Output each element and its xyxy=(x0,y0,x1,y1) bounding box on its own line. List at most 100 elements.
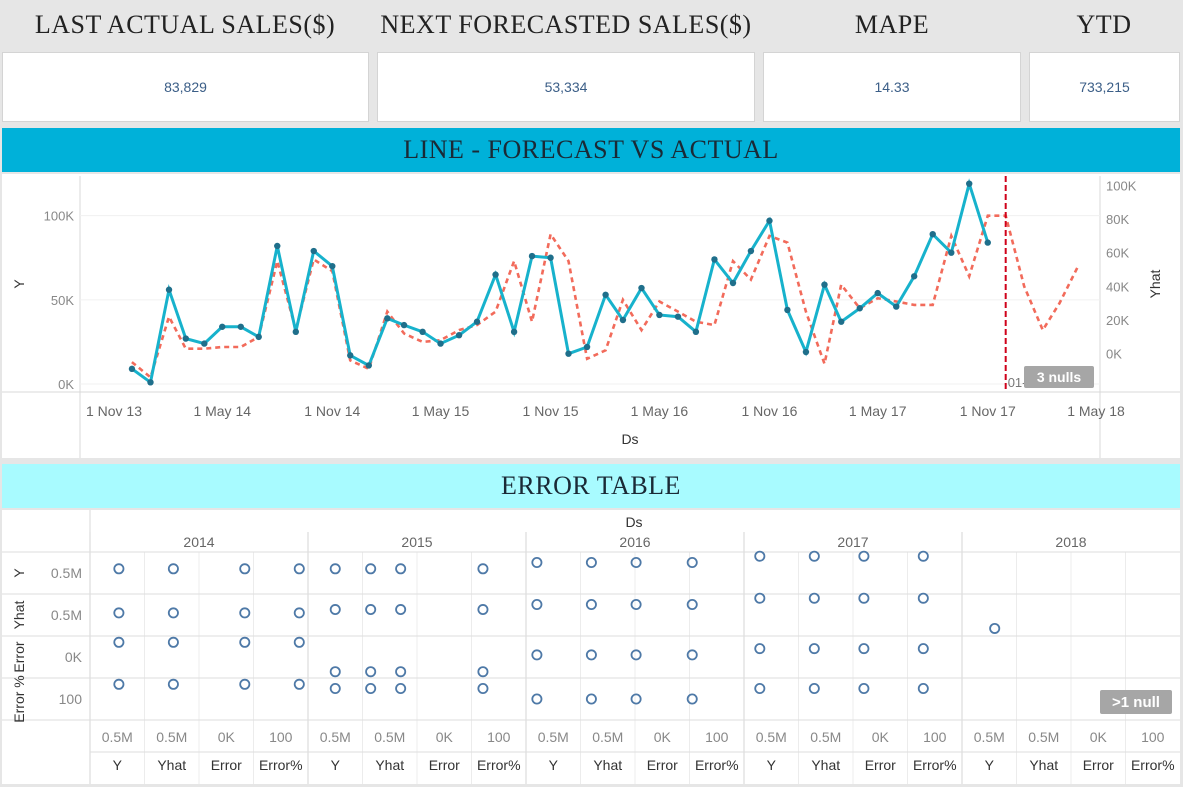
kpi-title-last-actual: LAST ACTUAL SALES($) xyxy=(34,10,336,39)
row-label: Yhat xyxy=(11,600,27,629)
error-point xyxy=(293,563,305,575)
actual-point xyxy=(182,335,189,342)
kpi-value-ytd: 733,215 xyxy=(1029,52,1180,122)
actual-point xyxy=(711,256,718,263)
column-tick-label: 100 xyxy=(923,729,947,745)
line-section-title: LINE - FORECAST VS ACTUAL xyxy=(2,128,1180,172)
row-tick-label: 100 xyxy=(59,691,83,707)
x-tick-label: 1 Nov 17 xyxy=(960,403,1016,419)
error-point xyxy=(754,643,766,655)
actual-point xyxy=(400,321,408,329)
y2-tick-label: 60K xyxy=(1106,246,1129,261)
column-label: Error xyxy=(211,757,242,773)
error-point xyxy=(585,693,597,705)
error-point xyxy=(329,666,341,678)
column-tick-label: 100 xyxy=(487,729,511,745)
x-tick-label: 1 May 16 xyxy=(631,403,689,419)
column-label: Yhat xyxy=(1029,757,1058,773)
year-header: 2015 xyxy=(401,534,432,550)
error-point xyxy=(858,550,870,562)
kpi-title-ytd: YTD xyxy=(1076,10,1132,39)
actual-point xyxy=(984,239,991,246)
error-point xyxy=(989,622,1001,634)
actual-point xyxy=(966,180,973,187)
x-tick-label: 1 Nov 13 xyxy=(86,403,142,419)
row-tick-label: 0.5M xyxy=(51,607,82,623)
actual-point xyxy=(838,318,845,325)
error-point xyxy=(239,607,251,619)
column-tick-label: 0.5M xyxy=(1028,729,1059,745)
error-point xyxy=(365,563,377,575)
row-tick-label: 0.5M xyxy=(51,565,82,581)
actual-point xyxy=(802,348,810,356)
error-point xyxy=(858,592,870,604)
y2-tick-label: 80K xyxy=(1106,212,1129,227)
column-tick-label: 0.5M xyxy=(320,729,351,745)
kpi-value-last-actual: 83,829 xyxy=(2,52,369,122)
error-point xyxy=(167,563,179,575)
error-point xyxy=(917,550,929,562)
kpi-value-next-forecast: 53,334 xyxy=(377,52,755,122)
column-label: Yhat xyxy=(157,757,186,773)
x-tick-label: 1 Nov 15 xyxy=(523,403,579,419)
column-tick-label: 0.5M xyxy=(756,729,787,745)
column-label: Yhat xyxy=(811,757,840,773)
error-point xyxy=(531,557,543,569)
year-header: 2016 xyxy=(619,534,650,550)
column-tick-label: 0K xyxy=(654,729,672,745)
year-header: 2017 xyxy=(837,534,868,550)
column-label: Y xyxy=(549,757,559,773)
kpi-title-mape: MAPE xyxy=(854,10,930,39)
column-label: Error xyxy=(1083,757,1114,773)
error-point xyxy=(113,607,125,619)
null-badge-label: >1 null xyxy=(1112,694,1160,711)
line-chart-panel: 0K 50K 100K 0K 20K 40K 60K 80K 100K 1 Nov 13 1 May… xyxy=(2,174,1180,458)
error-point xyxy=(329,682,341,694)
error-point xyxy=(113,563,125,575)
year-header: 2014 xyxy=(183,534,214,550)
column-tick-label: 0.5M xyxy=(974,729,1005,745)
actual-point xyxy=(128,365,136,373)
x-tick-label: 1 Nov 14 xyxy=(304,403,360,419)
error-point xyxy=(477,682,489,694)
actual-point xyxy=(821,281,828,288)
column-tick-label: 100 xyxy=(705,729,729,745)
error-point xyxy=(293,678,305,690)
kpi-title-next-forecast: NEXT FORECASTED SALES($) xyxy=(380,10,752,39)
actual-point xyxy=(310,247,317,255)
actual-point xyxy=(528,252,536,260)
y2-tick-label: 40K xyxy=(1106,279,1129,294)
actual-point xyxy=(619,316,627,324)
column-label: Error xyxy=(647,757,678,773)
column-tick-label: 0K xyxy=(436,729,454,745)
actual-point xyxy=(437,340,444,347)
nulls-badge-label: 3 nulls xyxy=(1037,369,1082,385)
actual-point xyxy=(874,289,881,297)
error-point xyxy=(754,550,766,562)
column-label: Y xyxy=(331,757,341,773)
actual-point xyxy=(274,242,281,250)
x-tick-label: 1 May 15 xyxy=(412,403,470,419)
error-point xyxy=(113,636,125,648)
actual-point xyxy=(638,284,645,292)
error-point xyxy=(113,678,125,690)
x-tick-label: 1 May 18 xyxy=(1067,403,1125,419)
row-tick-label: 0K xyxy=(65,649,83,665)
error-point xyxy=(167,636,179,648)
actual-point xyxy=(237,323,244,330)
error-point xyxy=(630,693,642,705)
column-label: Error% xyxy=(1131,757,1175,773)
column-label: Yhat xyxy=(593,757,622,773)
column-tick-label: 0.5M xyxy=(102,729,133,745)
actual-point xyxy=(784,306,791,314)
row-label: Y xyxy=(11,568,27,578)
error-point xyxy=(630,649,642,661)
y2-tick-label: 0K xyxy=(1106,347,1122,362)
actual-point xyxy=(674,313,682,320)
y-tick-label: 0K xyxy=(58,377,74,392)
error-table-panel: Ds 2014 0.5M Y 0.5M Yhat 0K Error 100 Error% 2015 0… xyxy=(2,510,1180,784)
error-point xyxy=(167,607,179,619)
column-tick-label: 0.5M xyxy=(538,729,569,745)
x-axis-title: Ds xyxy=(621,431,638,447)
actual-point xyxy=(565,350,572,357)
